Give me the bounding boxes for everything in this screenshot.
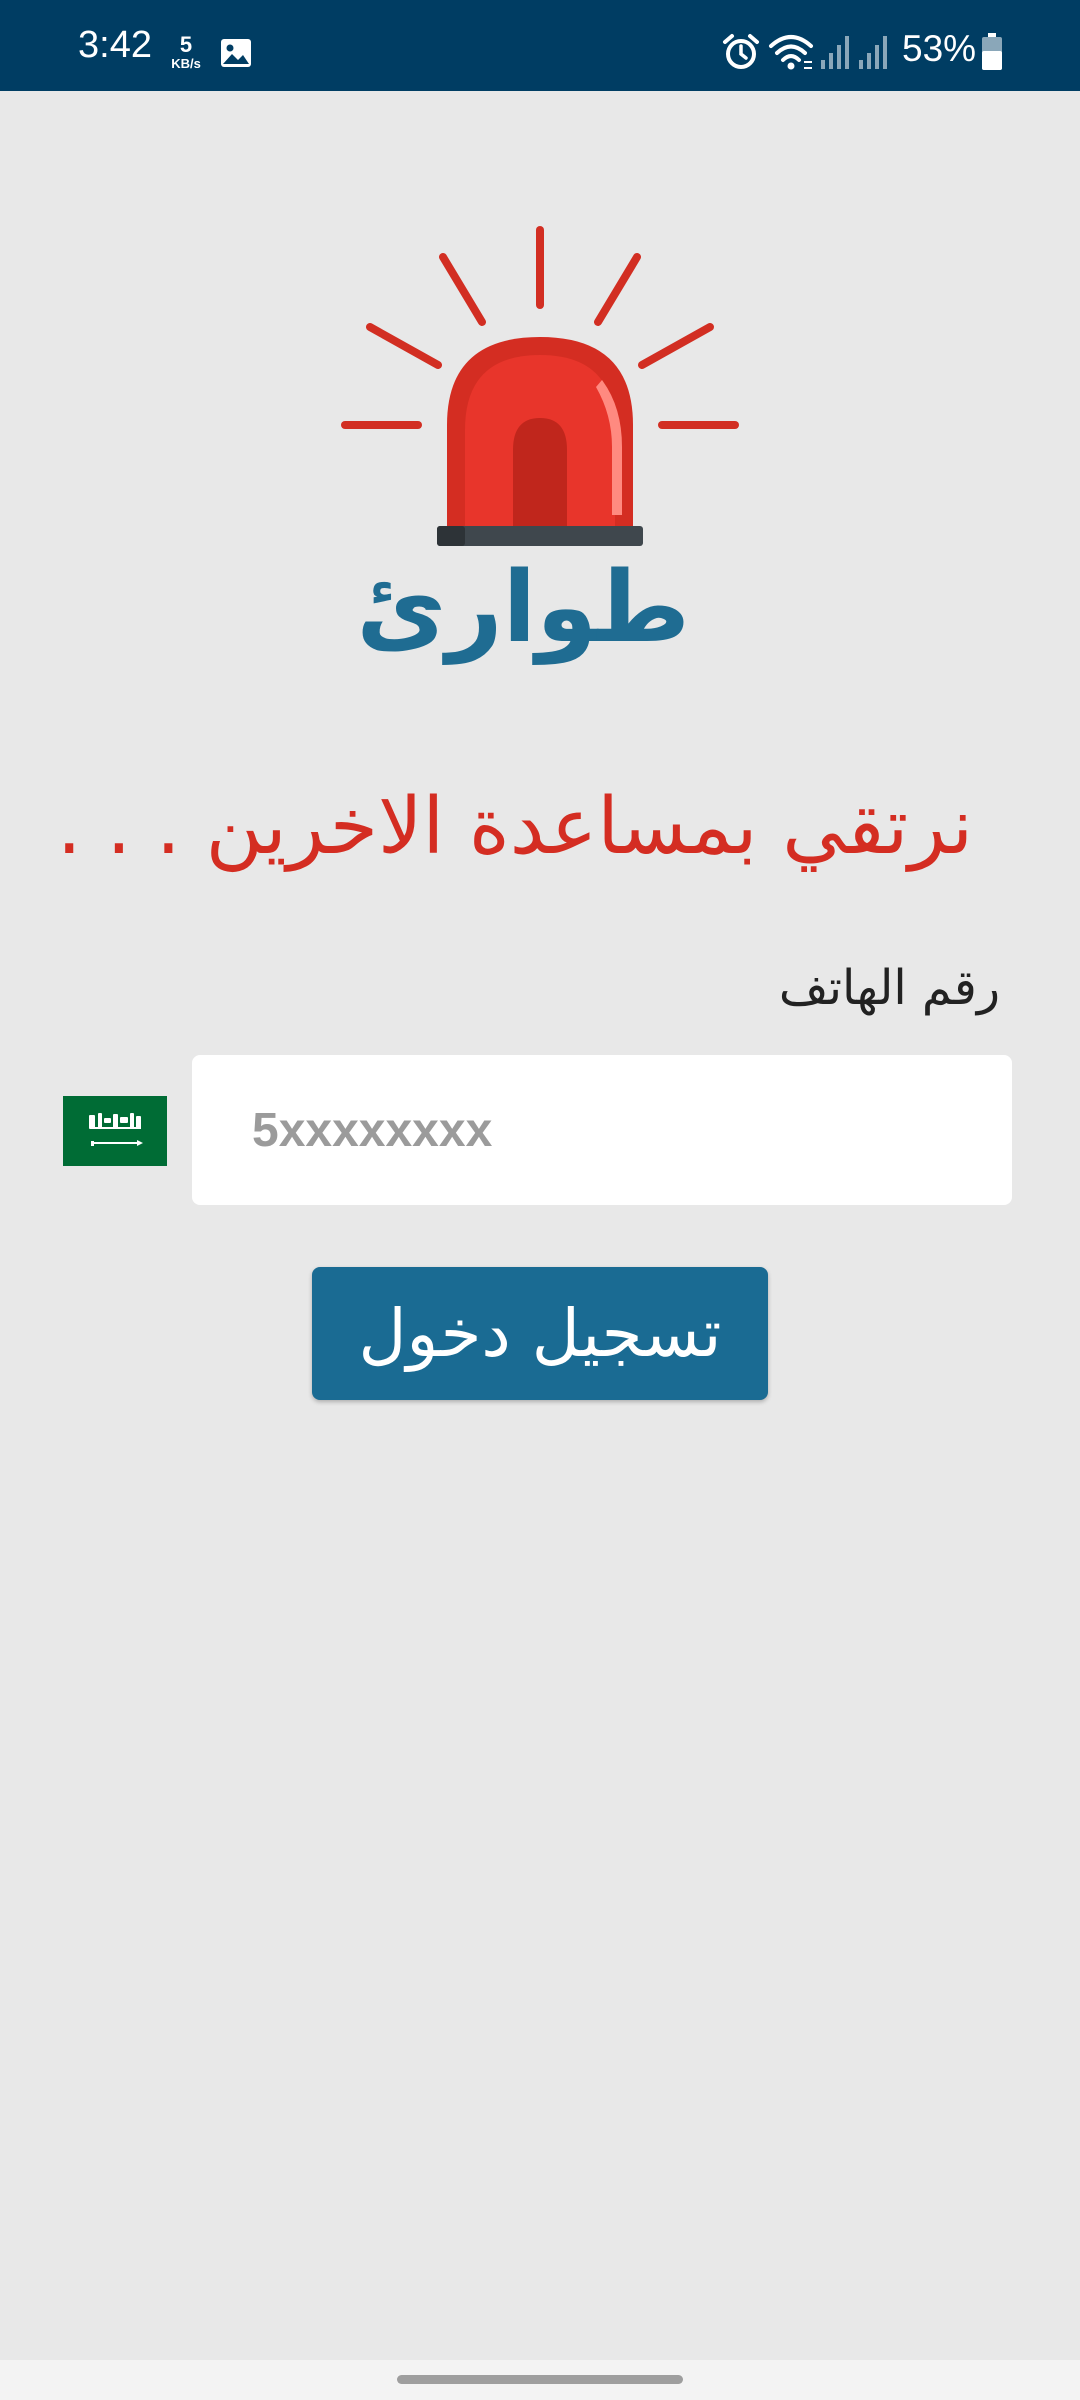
network-speed-value: 5 [179, 32, 193, 57]
phone-number-input[interactable] [192, 1055, 1012, 1205]
image-icon [220, 38, 252, 72]
battery-percent: 53% [902, 28, 977, 69]
navigation-bar [0, 2360, 1080, 2400]
siren-icon [341, 226, 739, 546]
signal-icon [858, 34, 888, 74]
wifi-icon [768, 32, 814, 76]
phone-number-label: رقم الهاتف [778, 960, 1000, 1016]
status-time: 3:42 [78, 24, 152, 66]
saudi-flag-icon [63, 1096, 167, 1166]
siren-logo [330, 215, 750, 555]
status-bar: 3:42 5 KB/s 53% [0, 0, 1080, 91]
battery-icon [981, 33, 1003, 75]
network-speed: 5 KB/s [165, 32, 207, 71]
alarm-icon [722, 33, 760, 75]
app-name: طوارئ [356, 551, 690, 665]
network-speed-unit: KB/s [171, 56, 201, 71]
home-gesture-handle[interactable] [397, 2375, 683, 2384]
login-button[interactable]: تسجيل دخول [312, 1267, 768, 1400]
app-tagline: نرتقي بمساعدة الاخرين . . . [56, 782, 974, 872]
signal-icon [820, 34, 850, 74]
